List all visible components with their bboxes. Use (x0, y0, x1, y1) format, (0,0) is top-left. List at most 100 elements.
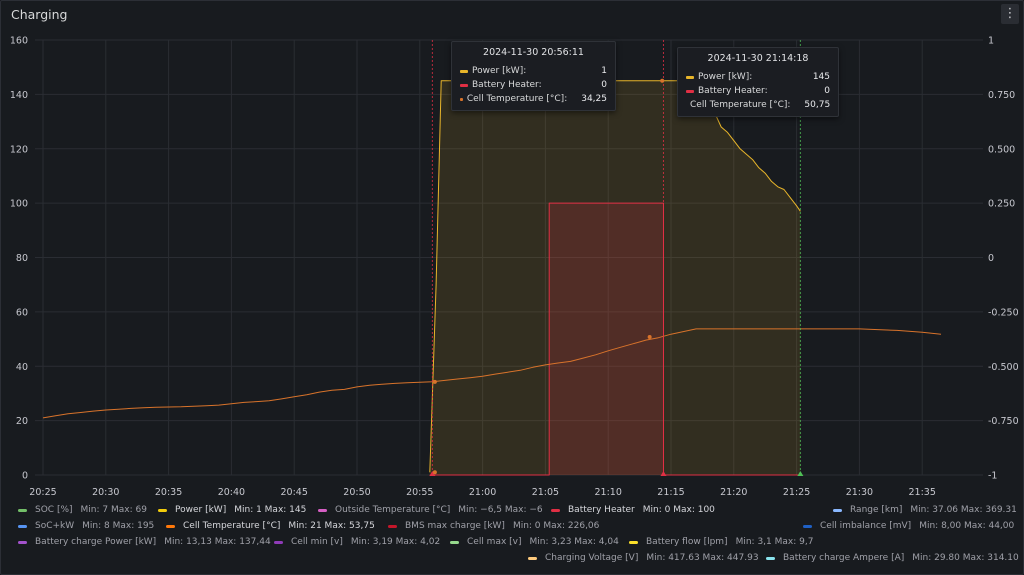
x-tick-label: 21:10 (595, 487, 622, 498)
legend-name: Battery charge Power [kW] (35, 537, 157, 547)
y-left-tick-label: 40 (16, 362, 28, 373)
y-right-tick-label: 0 (988, 253, 994, 264)
legend-name: Power [kW] (175, 505, 227, 515)
legend-swatch-icon (803, 524, 812, 528)
legend-item[interactable]: Cell min [v] Min: 3,19 Max: 4,02 (274, 537, 440, 547)
legend-item[interactable]: Power [kW] Min: 1 Max: 145 (158, 505, 306, 515)
legend-stats: Min: 417.63 Max: 447.93 (646, 553, 759, 563)
tooltip-value: 0 (601, 80, 607, 90)
legend-item[interactable]: Cell imbalance [mV] Min: 8,00 Max: 44,00 (803, 521, 1014, 531)
y-left-tick-label: 120 (10, 144, 28, 155)
legend-swatch-icon (18, 524, 27, 528)
tooltip-value: 50,75 (804, 100, 831, 110)
legend-item[interactable]: SOC [%] Min: 7 Max: 69 (18, 505, 147, 515)
tooltip-value: 34,25 (581, 94, 607, 104)
legend-swatch-icon (551, 508, 560, 512)
legend-stats: Min: 3,1 Max: 9,7 (735, 537, 814, 547)
y-left-tick-label: 0 (22, 471, 28, 482)
legend-name: Outside Temperature [°C] (335, 505, 451, 515)
legend-item[interactable]: Charging Voltage [V] Min: 417.63 Max: 447… (528, 553, 759, 563)
legend-swatch-icon (629, 540, 638, 544)
tooltip-row: Power [kW]: 1 (460, 64, 607, 78)
legend-stats: Min: 7 Max: 69 (80, 505, 147, 515)
x-tick-label: 20:40 (218, 487, 245, 498)
legend-item[interactable]: Cell Temperature [°C] Min: 21 Max: 53,75 (166, 521, 375, 531)
x-tick-label: 21:00 (469, 487, 496, 498)
legend-stats: Min: 37.06 Max: 369.31 (910, 505, 1017, 515)
legend-swatch-icon (18, 540, 27, 544)
legend-stats: Min: 21 Max: 53,75 (288, 521, 375, 531)
tooltip-label: Cell Temperature [°C]: (466, 94, 568, 104)
legend-swatch-icon (274, 540, 283, 544)
legend-item[interactable]: SoC+kW Min: 8 Max: 195 (18, 521, 154, 531)
y-left-tick-label: 20 (16, 416, 28, 427)
legend-item[interactable]: Outside Temperature [°C] Min: −6,5 Max: −… (318, 505, 543, 515)
legend-name: BMS max charge [kW] (405, 521, 505, 531)
series-swatch-icon (460, 83, 468, 87)
legend-stats: Min: −6,5 Max: −6 (458, 505, 543, 515)
legend-stats: Min: 3,19 Max: 4,02 (350, 537, 441, 547)
legend-stats: Min: 13,13 Max: 137,44 (164, 537, 271, 547)
x-tick-label: 20:55 (406, 487, 433, 498)
tooltip-0: 2024-11-30 20:56:11 Power [kW]: 1 Battery H… (451, 41, 616, 111)
tooltip-row: Battery Heater: 0 (460, 78, 607, 92)
legend-name: Range [km] (850, 505, 903, 515)
legend-item[interactable]: Range [km] Min: 37.06 Max: 369.31 (833, 505, 1017, 515)
legend-name: Battery flow [lpm] (646, 537, 728, 547)
x-tick-label: 21:15 (657, 487, 684, 498)
tooltip-row: Battery Heater: 0 (686, 84, 830, 98)
legend-stats: Min: 3,23 Max: 4,04 (529, 537, 619, 547)
series-swatch-icon (460, 69, 468, 73)
hover-point (660, 78, 665, 83)
legend-name: SoC+kW (35, 521, 75, 531)
legend-stats: Min: 0 Max: 226,06 (512, 521, 600, 531)
legend-swatch-icon (388, 524, 397, 528)
tooltip-label: Battery Heater: (472, 80, 542, 90)
legend-stats: Min: 0 Max: 100 (642, 505, 715, 515)
series-swatch-icon (686, 75, 694, 79)
legend-name: Cell max [v] (467, 537, 522, 547)
legend-stats: Min: 8 Max: 195 (82, 521, 155, 531)
legend-name: SOC [%] (35, 505, 73, 515)
legend-swatch-icon (833, 508, 842, 512)
legend-item[interactable]: Battery flow [lpm] Min: 3,1 Max: 9,7 (629, 537, 813, 547)
y-right-tick-label: 1 (988, 36, 994, 47)
legend-swatch-icon (450, 540, 459, 544)
legend-swatch-icon (158, 508, 167, 512)
legend-swatch-icon (528, 556, 537, 560)
tooltip-label: Battery Heater: (698, 86, 768, 96)
legend-item[interactable]: Battery charge Ampere [A] Min: 29.80 Max:… (766, 553, 1019, 563)
x-tick-label: 20:25 (29, 487, 56, 498)
legend-item[interactable]: BMS max charge [kW] Min: 0 Max: 226,06 (388, 521, 599, 531)
tooltip-time: 2024-11-30 21:14:18 (707, 53, 809, 64)
tooltip-value: 145 (812, 72, 830, 82)
legend-swatch-icon (766, 556, 775, 560)
x-tick-label: 21:05 (532, 487, 559, 498)
x-tick-label: 20:50 (343, 487, 370, 498)
legend-swatch-icon (318, 508, 327, 512)
tooltip-label: Cell Temperature [°C]: (690, 100, 791, 110)
x-tick-label: 20:45 (281, 487, 308, 498)
y-right-tick-label: 0.500 (988, 144, 1015, 155)
y-right-tick-label: -0.750 (988, 416, 1019, 427)
x-tick-label: 20:30 (92, 487, 119, 498)
tooltip-time: 2024-11-30 20:56:11 (483, 47, 584, 58)
legend-item[interactable]: Battery charge Power [kW] Min: 13,13 Max:… (18, 537, 271, 547)
legend-name: Cell imbalance [mV] (820, 521, 912, 531)
x-tick-label: 21:20 (720, 487, 747, 498)
y-left-tick-label: 100 (10, 199, 28, 210)
legend-stats: Min: 29.80 Max: 314.10 (912, 553, 1019, 563)
tooltip-row: Cell Temperature [°C]: 50,75 (686, 98, 830, 112)
tooltip-row: Power [kW]: 145 (686, 70, 830, 84)
hover-point (432, 379, 437, 384)
y-left-tick-label: 160 (10, 36, 28, 47)
legend-item[interactable]: Battery Heater Min: 0 Max: 100 (551, 505, 715, 515)
y-right-tick-label: 0.750 (988, 90, 1015, 101)
hover-point (647, 335, 652, 340)
y-left-tick-label: 60 (16, 307, 28, 318)
legend-swatch-icon (166, 524, 175, 528)
y-left-tick-label: 80 (16, 253, 28, 264)
legend-item[interactable]: Cell max [v] Min: 3,23 Max: 4,04 (450, 537, 619, 547)
tooltip-value: 0 (824, 86, 830, 96)
hover-point (432, 470, 437, 475)
